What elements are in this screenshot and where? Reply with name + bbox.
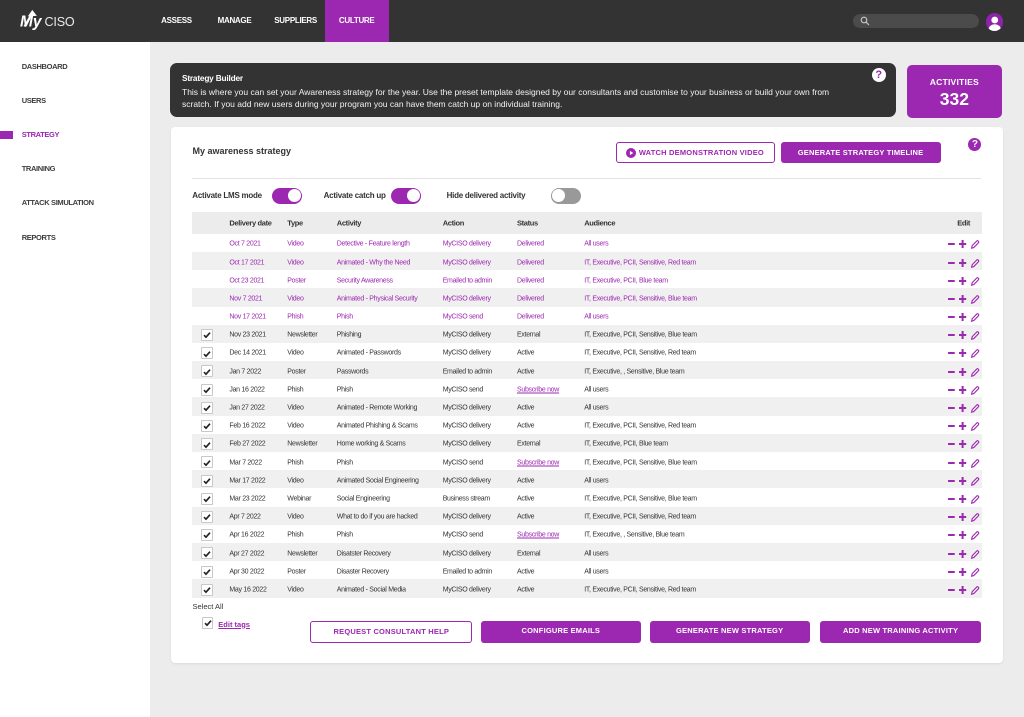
svg-text:CISO: CISO <box>45 15 75 29</box>
